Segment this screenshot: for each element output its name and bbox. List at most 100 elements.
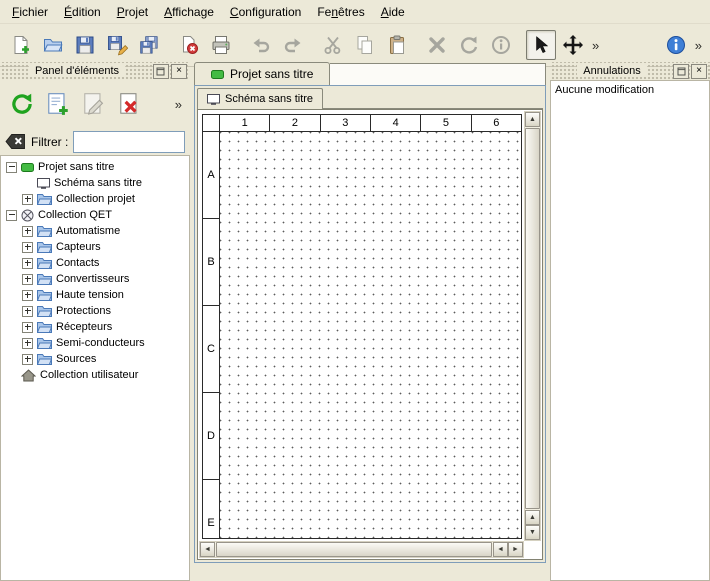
element-info-button[interactable] xyxy=(486,30,516,60)
horizontal-scrollbar[interactable]: ◄ ◄ ► xyxy=(199,541,524,558)
project-icon xyxy=(211,70,224,79)
toolbar-overflow-chevron[interactable]: » xyxy=(692,38,705,53)
expand-expander-icon[interactable] xyxy=(22,194,33,205)
new-document-button[interactable] xyxy=(6,30,36,60)
expand-expander-icon[interactable] xyxy=(22,242,33,253)
edit-element-button[interactable] xyxy=(77,87,111,121)
save-as-button[interactable] xyxy=(102,30,132,60)
copy-button[interactable] xyxy=(350,30,380,60)
menu-projet[interactable]: Projet xyxy=(109,2,156,22)
expand-expander-icon[interactable] xyxy=(22,306,33,317)
tab-project[interactable]: Projet sans titre xyxy=(194,62,330,85)
tree-item-recepteurs[interactable]: Récepteurs xyxy=(1,319,189,335)
folder-icon xyxy=(37,241,52,253)
tab-schema[interactable]: Schéma sans titre xyxy=(197,88,323,109)
delete-icon xyxy=(426,34,448,56)
paste-button[interactable] xyxy=(382,30,412,60)
collapse-expander-icon[interactable] xyxy=(6,162,17,173)
horizontal-scroll-thumb[interactable] xyxy=(216,542,492,557)
collapse-expander-icon[interactable] xyxy=(6,210,17,221)
clear-filter-icon[interactable] xyxy=(5,133,26,150)
tree-item-semi-conducteurs[interactable]: Semi-conducteurs xyxy=(1,335,189,351)
tree-item-convertisseurs[interactable]: Convertisseurs xyxy=(1,271,189,287)
row-header: A xyxy=(203,132,219,219)
print-button[interactable] xyxy=(206,30,236,60)
new-document-icon xyxy=(10,34,32,56)
folder-icon xyxy=(37,257,52,269)
row-header: C xyxy=(203,306,219,393)
save-button[interactable] xyxy=(70,30,100,60)
move-tool-button[interactable] xyxy=(558,30,588,60)
expand-expander-icon[interactable] xyxy=(22,354,33,365)
arrow-down-icon: ▼ xyxy=(529,529,536,536)
select-tool-button[interactable] xyxy=(526,30,556,60)
scroll-left-button[interactable]: ◄ xyxy=(200,542,215,557)
delete-element-button[interactable] xyxy=(113,87,147,121)
menu-affichage[interactable]: Affichage xyxy=(156,2,222,22)
delete-button[interactable] xyxy=(422,30,452,60)
menu-fenetres[interactable]: Fenêtres xyxy=(309,2,372,22)
filter-input[interactable] xyxy=(73,131,185,153)
diagram-icon xyxy=(37,178,50,189)
menu-configuration[interactable]: Configuration xyxy=(222,2,309,22)
expand-expander-icon[interactable] xyxy=(22,338,33,349)
tree-item-collection-qet[interactable]: Collection QET xyxy=(1,207,189,223)
toolbar-overflow-chevron[interactable]: » xyxy=(589,38,602,53)
about-qet-button[interactable] xyxy=(661,30,691,60)
scroll-down-button[interactable]: ▼ xyxy=(525,525,540,540)
column-header: 6 xyxy=(472,115,521,131)
scroll-right-button[interactable]: ► xyxy=(508,542,523,557)
expand-expander-icon[interactable] xyxy=(22,290,33,301)
tree-item-automatisme[interactable]: Automatisme xyxy=(1,223,189,239)
dock-close-button[interactable]: × xyxy=(691,64,707,79)
menu-fichier[interactable]: Fichier xyxy=(4,2,56,22)
elements-toolbar-overflow-chevron[interactable]: » xyxy=(172,97,185,112)
tree-item-project[interactable]: Projet sans titre xyxy=(1,159,189,175)
dock-float-button[interactable] xyxy=(153,64,169,79)
tree-item-sources[interactable]: Sources xyxy=(1,351,189,367)
undo-history-list[interactable]: Aucune modification xyxy=(550,80,710,581)
scroll-left-button[interactable]: ◄ xyxy=(493,542,508,557)
rotate-button[interactable] xyxy=(454,30,484,60)
save-all-button[interactable] xyxy=(134,30,164,60)
open-document-button[interactable] xyxy=(38,30,68,60)
row-headers: A B C D E xyxy=(203,132,220,538)
expand-expander-icon[interactable] xyxy=(22,274,33,285)
tree-item-schema[interactable]: Schéma sans titre xyxy=(1,175,189,191)
scroll-up-button[interactable]: ▲ xyxy=(525,112,540,127)
save-as-icon xyxy=(106,34,128,56)
diagram-sheet: 1 2 3 4 5 6 A B C D E xyxy=(202,114,522,539)
tree-item-collection-utilisateur[interactable]: Collection utilisateur xyxy=(1,367,189,383)
tree-item-protections[interactable]: Protections xyxy=(1,303,189,319)
tree-item-contacts[interactable]: Contacts xyxy=(1,255,189,271)
undo-icon xyxy=(250,34,272,56)
dock-close-button[interactable]: × xyxy=(171,64,187,79)
project-tabbar: Projet sans titre xyxy=(194,62,546,85)
dock-float-button[interactable] xyxy=(673,64,689,79)
menu-edition[interactable]: Édition xyxy=(56,2,109,22)
main-area: Panel d'éléments × » xyxy=(0,62,710,581)
undo-button[interactable] xyxy=(246,30,276,60)
reload-collections-button[interactable] xyxy=(5,87,39,121)
close-document-button[interactable] xyxy=(174,30,204,60)
expand-expander-icon[interactable] xyxy=(22,258,33,269)
diagram-view[interactable]: 1 2 3 4 5 6 A B C D E xyxy=(197,109,543,560)
info-gray-icon xyxy=(490,34,512,56)
edit-element-icon xyxy=(81,91,107,117)
diagram-canvas[interactable] xyxy=(220,132,521,538)
info-blue-icon xyxy=(665,34,687,56)
new-element-button[interactable] xyxy=(41,87,75,121)
vertical-scrollbar[interactable]: ▲ ▲ ▼ xyxy=(524,111,541,541)
redo-button[interactable] xyxy=(278,30,308,60)
undo-dock-titlebar[interactable]: Annulations × xyxy=(550,62,710,80)
menu-aide[interactable]: Aide xyxy=(373,2,413,22)
cut-button[interactable] xyxy=(318,30,348,60)
scroll-up-button[interactable]: ▲ xyxy=(525,510,540,525)
expand-expander-icon[interactable] xyxy=(22,226,33,237)
tree-item-collection-projet[interactable]: Collection projet xyxy=(1,191,189,207)
tree-item-haute-tension[interactable]: Haute tension xyxy=(1,287,189,303)
expand-expander-icon[interactable] xyxy=(22,322,33,333)
elements-dock-titlebar[interactable]: Panel d'éléments × xyxy=(0,62,190,80)
tree-item-capteurs[interactable]: Capteurs xyxy=(1,239,189,255)
vertical-scroll-thumb[interactable] xyxy=(525,128,540,509)
